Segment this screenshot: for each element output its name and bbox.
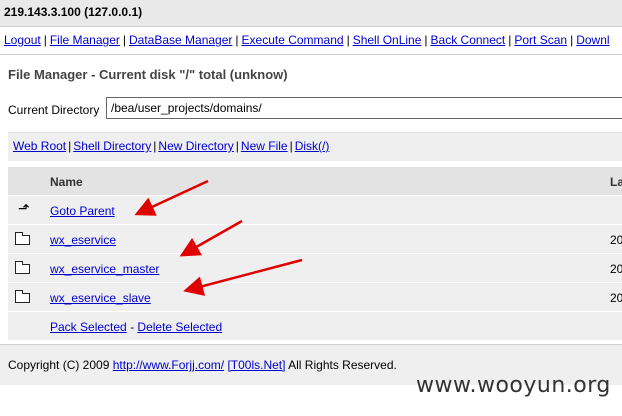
folder-link[interactable]: wx_eservice_slave [50, 291, 151, 305]
menu-separator: | [43, 33, 47, 47]
folder-icon [15, 232, 31, 246]
folder-link[interactable]: wx_eservice_master [50, 262, 159, 276]
menu-separator: | [570, 33, 574, 47]
host-title: 219.143.3.100 (127.0.0.1) [4, 5, 143, 19]
top-bar: 219.143.3.100 (127.0.0.1) [0, 0, 622, 27]
menu-separator: | [424, 33, 428, 47]
main-menu: Logout | File Manager | DataBase Manager | Exe… [4, 33, 610, 47]
menu-separator: | [122, 33, 126, 47]
menu-logout[interactable]: Logout [4, 33, 41, 47]
copyright-text: Copyright (C) 2009 [8, 358, 110, 372]
actions-separator: - [130, 320, 135, 334]
current-directory-input[interactable] [106, 97, 622, 119]
table-row: wx_eservice 20 [8, 225, 622, 254]
row-date: 20 [610, 262, 622, 276]
header-name: Name [50, 175, 83, 189]
goto-parent-row: ⬏ Goto Parent [8, 196, 622, 225]
table-row: wx_eservice_master 20 [8, 254, 622, 283]
menu-port-scan[interactable]: Port Scan [514, 33, 567, 47]
shell-directory-link[interactable]: Shell Directory [73, 139, 151, 153]
file-table: Name La ⬏ Goto Parent wx_eservice 20 wx_… [8, 167, 622, 341]
table-header: Name La [8, 167, 622, 196]
table-row: wx_eservice_slave 20 [8, 283, 622, 312]
rights-text: All Rights Reserved. [288, 358, 397, 372]
new-file-link[interactable]: New File [241, 139, 288, 153]
forjj-link[interactable]: http://www.Forjj.com/ [113, 358, 224, 372]
folder-link[interactable]: wx_eservice [50, 233, 116, 247]
page-title: File Manager - Current disk "/" total (u… [8, 67, 288, 82]
menu-execute-command[interactable]: Execute Command [242, 33, 344, 47]
goto-parent-link[interactable]: Goto Parent [50, 204, 115, 218]
toolbox-bar: Web Root | Shell Directory | New Directory | N… [8, 132, 622, 161]
footer-text: Copyright (C) 2009 http://www.Forjj.com/… [8, 358, 397, 372]
menu-database-manager[interactable]: DataBase Manager [129, 33, 232, 47]
row-date: 20 [610, 291, 622, 305]
up-arrow-icon: ⬏ [18, 200, 30, 216]
toolbox-separator: | [153, 139, 157, 153]
menu-separator: | [346, 33, 350, 47]
header-last-modified: La [610, 175, 622, 189]
web-root-link[interactable]: Web Root [13, 139, 66, 153]
folder-icon [15, 261, 31, 275]
menu-download[interactable]: Downl [576, 33, 609, 47]
current-directory-label: Current Directory [8, 103, 100, 117]
menu-file-manager[interactable]: File Manager [50, 33, 120, 47]
delete-selected-link[interactable]: Delete Selected [137, 320, 222, 334]
t00ls-link[interactable]: [T00ls.Net] [227, 358, 285, 372]
toolbox-separator: | [68, 139, 72, 153]
watermark-text: www.wooyun.org [416, 373, 611, 398]
menu-separator: | [508, 33, 512, 47]
divider [0, 54, 622, 55]
toolbox-separator: | [289, 139, 293, 153]
new-directory-link[interactable]: New Directory [158, 139, 233, 153]
disk-root-link[interactable]: Disk(/) [295, 139, 330, 153]
menu-separator: | [235, 33, 239, 47]
row-date: 20 [610, 233, 622, 247]
menu-shell-online[interactable]: Shell OnLine [353, 33, 422, 47]
menu-back-connect[interactable]: Back Connect [431, 33, 506, 47]
pack-selected-link[interactable]: Pack Selected [50, 320, 127, 334]
actions-row: Pack Selected - Delete Selected [8, 312, 622, 341]
bulk-actions: Pack Selected - Delete Selected [50, 320, 222, 334]
folder-icon [15, 290, 31, 304]
toolbox-separator: | [235, 139, 239, 153]
